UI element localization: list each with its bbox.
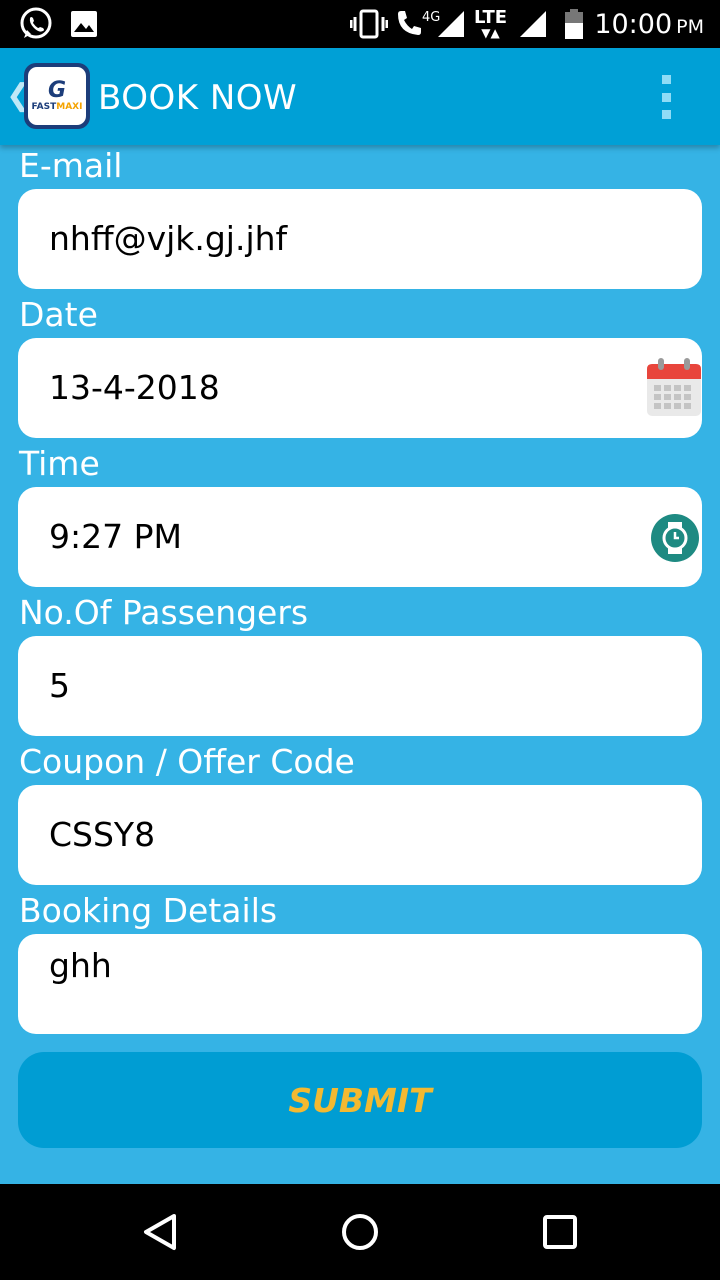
app-logo[interactable]: G FASTMAXI [24,63,90,129]
time-field[interactable]: 9:27 PM [18,487,702,587]
whatsapp-icon [18,0,54,48]
status-bar: 4G LTE ▼▲ 10:00 PM [0,0,720,48]
coupon-field[interactable]: CSSY8 [18,785,702,885]
overflow-menu-icon[interactable] [660,75,672,119]
date-label: Date [19,295,98,334]
overflow-dot [661,110,671,119]
overflow-dot [661,75,671,84]
signal-icon-2 [518,0,548,48]
time-value: 9:27 PM [49,517,182,556]
date-field[interactable]: 13-4-2018 [18,338,702,438]
date-value: 13-4-2018 [49,368,220,407]
gallery-icon [70,0,98,48]
lte-label: LTE [474,7,508,28]
coupon-value: CSSY8 [49,815,156,854]
logo-mark: G [47,78,67,103]
app-bar: ❮ G FASTMAXI BOOK NOW [0,48,720,145]
email-value: nhff@vjk.gj.jhf [49,219,288,258]
submit-button[interactable]: SUBMIT [18,1052,702,1148]
passengers-value: 5 [49,666,70,705]
system-nav-bar [0,1184,720,1280]
volte-call-4g-icon: 4G [394,0,440,48]
signal-icon [436,0,466,48]
booking-details-label: Booking Details [19,891,278,930]
lte-icon: LTE ▼▲ [474,0,507,48]
email-label: E-mail [19,146,123,185]
page-title: BOOK NOW [98,78,298,118]
status-time: 10:00 [594,8,673,40]
logo-text: FASTMAXI [32,102,83,112]
calendar-icon[interactable] [646,356,702,422]
booking-details-field[interactable]: ghh [18,934,702,1034]
clock-icon[interactable] [650,513,700,567]
booking-details-value: ghh [49,946,112,985]
overflow-dot [661,92,671,102]
coupon-label: Coupon / Offer Code [19,742,355,781]
passengers-label: No.Of Passengers [19,593,309,632]
logo-inner: G FASTMAXI [28,67,86,125]
logo-text-maxi: MAXI [56,102,83,112]
data-arrows-icon: ▼▲ [481,26,500,40]
clock: 10:00 PM [594,0,704,48]
email-field[interactable]: nhff@vjk.gj.jhf [18,189,702,289]
passengers-field[interactable]: 5 [18,636,702,736]
status-ampm: PM [676,16,704,38]
time-label: Time [19,444,100,483]
logo-text-fast: FAST [31,102,57,112]
recents-square-icon[interactable] [542,1212,578,1256]
home-circle-icon[interactable] [340,1212,380,1256]
battery-icon [564,0,584,48]
back-triangle-icon[interactable] [140,1212,180,1256]
vibrate-icon [350,0,388,48]
